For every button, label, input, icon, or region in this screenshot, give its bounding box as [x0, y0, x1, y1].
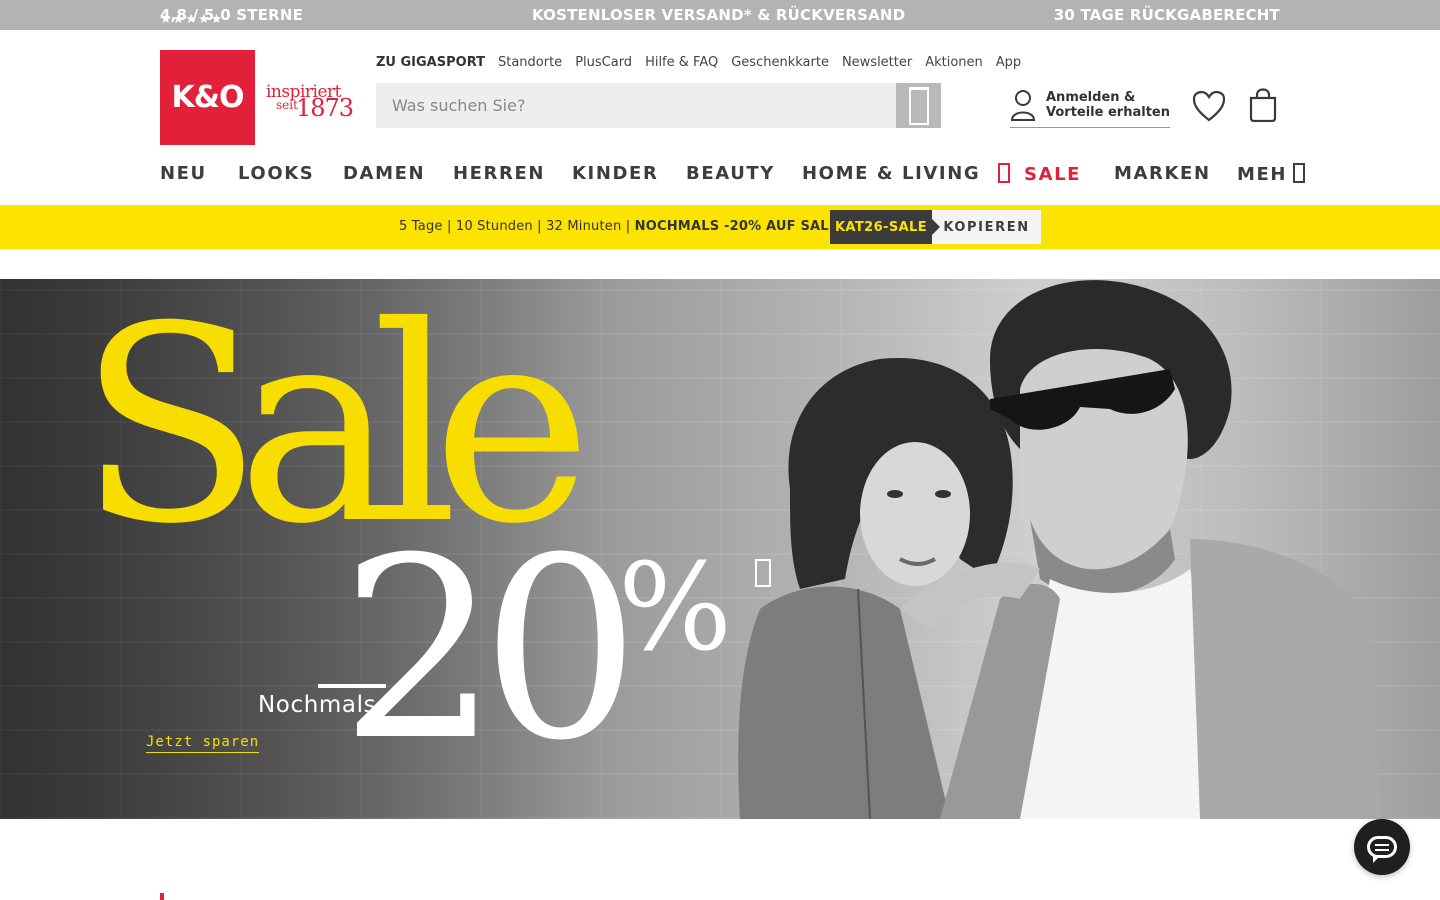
- hero-banner[interactable]: Sale 20 % Nochmals Jetzt sparen: [0, 279, 1440, 819]
- nav-herren[interactable]: HERREN: [453, 163, 545, 184]
- nav-beauty[interactable]: BEAUTY: [686, 163, 775, 184]
- free-shipping-notice[interactable]: KOSTENLOSER VERSAND* & RÜCKVERSAND: [532, 6, 905, 24]
- brand-tagline: inspiriert seit 1873: [266, 82, 356, 124]
- copy-code-button[interactable]: KOPIEREN: [932, 210, 1041, 244]
- shopping-bag-icon[interactable]: [1248, 88, 1278, 122]
- nav-damen[interactable]: DAMEN: [343, 163, 425, 184]
- nav-sale-label: SALE: [1024, 164, 1082, 185]
- rating-stars-icon: ★★★★★: [160, 12, 224, 27]
- brand-logo[interactable]: K&O: [160, 50, 255, 145]
- service-link-gigasport[interactable]: ZU GIGASPORT: [376, 55, 485, 70]
- nav-kinder[interactable]: KINDER: [572, 163, 658, 184]
- nav-marken[interactable]: MARKEN: [1114, 163, 1211, 184]
- search-icon: [908, 86, 929, 125]
- promo-text: 5 Tage | 10 Stunden | 32 Minuten | NOCHM…: [399, 219, 838, 234]
- user-icon: [1010, 90, 1036, 121]
- chat-button[interactable]: [1354, 819, 1410, 875]
- chevron-right-icon: [1293, 163, 1306, 183]
- sale-tag-icon: [998, 163, 1010, 183]
- rating-badge[interactable]: ★★★★★ 4,8 / 5,0 STERNE: [160, 6, 303, 27]
- promo-headline: NOCHMALS -20% AUF SALE: [634, 219, 838, 234]
- service-link-giftcard[interactable]: Geschenkkarte: [731, 55, 829, 70]
- service-link-app[interactable]: App: [996, 55, 1021, 70]
- search-input[interactable]: [376, 83, 896, 128]
- account-label-line2: Vorteile erhalten: [1046, 105, 1170, 120]
- logo-text: K&O: [171, 80, 245, 115]
- hero-minus-sign: [318, 684, 386, 688]
- search-button[interactable]: [896, 83, 941, 128]
- search-bar: [376, 83, 941, 128]
- pause-icon[interactable]: [755, 559, 771, 587]
- nav-home-living[interactable]: HOME & LIVING: [802, 163, 980, 184]
- promo-countdown: 5 Tage | 10 Stunden | 32 Minuten |: [399, 219, 635, 234]
- hero-percent-sign: %: [618, 539, 733, 678]
- service-link-aktionen[interactable]: Aktionen: [925, 55, 983, 70]
- service-link-standorte[interactable]: Standorte: [498, 55, 562, 70]
- nav-sale[interactable]: SALE: [998, 163, 1081, 185]
- nav-looks[interactable]: LOOKS: [238, 163, 314, 184]
- top-info-bar: ★★★★★ 4,8 / 5,0 STERNE KOSTENLOSER VERSAN…: [0, 0, 1440, 30]
- service-link-newsletter[interactable]: Newsletter: [842, 55, 912, 70]
- hero-discount: 20: [340, 504, 640, 795]
- hero-cta-link[interactable]: Jetzt sparen: [146, 734, 260, 753]
- account-login[interactable]: Anmelden & Vorteile erhalten: [1010, 88, 1170, 128]
- service-link-pluscard[interactable]: PlusCard: [575, 55, 632, 70]
- account-label: Anmelden & Vorteile erhalten: [1046, 90, 1170, 120]
- tagline-year: 1873: [296, 94, 354, 122]
- chat-bubble-icon: [1367, 836, 1397, 863]
- section-accent-mark: [160, 893, 164, 900]
- nav-more-label: MEH: [1237, 164, 1288, 185]
- hero-subtitle: Nochmals: [258, 692, 377, 718]
- tagline-since: seit: [276, 98, 298, 112]
- account-label-line1: Anmelden &: [1046, 90, 1136, 105]
- service-nav: ZU GIGASPORT Standorte PlusCard Hilfe & …: [376, 55, 1021, 70]
- return-policy-notice[interactable]: 30 TAGE RÜCKGABERECHT: [1054, 6, 1280, 24]
- nav-neu[interactable]: NEU: [160, 163, 207, 184]
- promo-code: KAT26-SALE: [830, 210, 940, 244]
- promo-code-group: KAT26-SALE KOPIEREN: [830, 210, 1041, 244]
- nav-more[interactable]: MEH: [1237, 163, 1306, 185]
- promo-bar: 5 Tage | 10 Stunden | 32 Minuten | NOCHM…: [0, 205, 1440, 249]
- service-link-help[interactable]: Hilfe & FAQ: [645, 55, 718, 70]
- heart-icon[interactable]: [1192, 90, 1226, 122]
